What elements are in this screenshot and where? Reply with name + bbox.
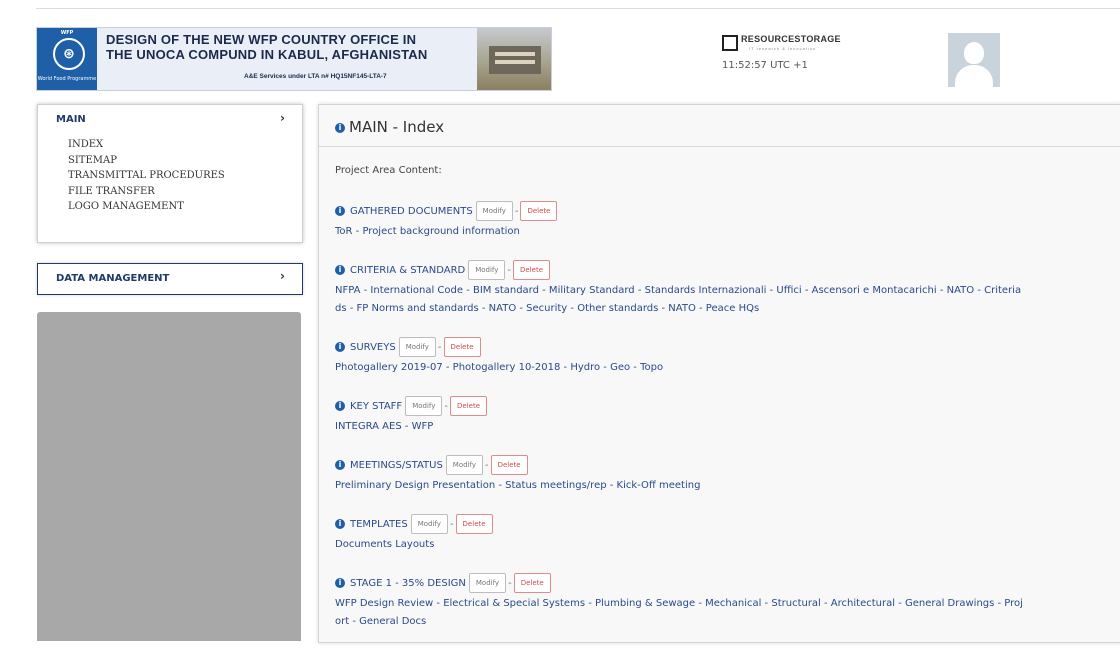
- section-links[interactable]: Documents Layouts: [335, 536, 1120, 554]
- page-title-text: MAIN - Index: [349, 118, 445, 136]
- modify-button[interactable]: Modify: [475, 201, 513, 221]
- section-header: i TEMPLATES Modify - Delete: [335, 514, 1120, 536]
- section-links[interactable]: Photogallery 2019-07 - Photogallery 10-2…: [335, 359, 1120, 377]
- modify-button[interactable]: Modify: [410, 514, 448, 534]
- intro-text: Project Area Content:: [335, 165, 442, 176]
- section-links[interactable]: INTEGRA AES - WFP: [335, 418, 1120, 436]
- wfp-logo-sub: World Food Programme: [37, 76, 97, 82]
- page-title: i MAIN - Index: [335, 118, 444, 136]
- section-item: i CRITERIA & STANDARD Modify - Delete NFPA - …: [335, 260, 1120, 318]
- button-separator: -: [508, 578, 512, 589]
- section-header: i MEETINGS/STATUS Modify - Delete: [335, 455, 1120, 477]
- modify-button[interactable]: Modify: [398, 337, 436, 357]
- delete-button[interactable]: Delete: [490, 455, 528, 475]
- section-item: i TEMPLATES Modify - Delete Documents Layouts: [335, 514, 1120, 554]
- section-links[interactable]: WFP Design Review - Electrical & Special…: [335, 595, 1120, 631]
- avatar-head-icon: [964, 42, 984, 64]
- section-header: i GATHERED DOCUMENTS Modify - Delete: [335, 201, 1120, 223]
- info-icon: i: [335, 519, 345, 529]
- section-links[interactable]: NFPA - International Code - BIM standard…: [335, 282, 1120, 318]
- clock: 11:52:57 UTC +1: [722, 60, 808, 71]
- section-list: i GATHERED DOCUMENTS Modify - Delete ToR - Pr…: [335, 201, 1120, 650]
- modify-button[interactable]: Modify: [445, 455, 483, 475]
- data-management-label: DATA MANAGEMENT: [56, 273, 170, 284]
- section-header: i CRITERIA & STANDARD Modify - Delete: [335, 260, 1120, 282]
- main-panel: i MAIN - Index Project Area Content: i GAT…: [318, 104, 1120, 643]
- info-icon: i: [335, 265, 345, 275]
- wfp-logo-top: WFP: [60, 30, 74, 36]
- delete-button[interactable]: Delete: [455, 514, 493, 534]
- button-separator: -: [514, 206, 519, 217]
- section-header: i SURVEYS Modify - Delete: [335, 337, 1120, 359]
- section-title[interactable]: CRITERIA & STANDARD: [350, 265, 465, 276]
- info-icon: i: [335, 206, 345, 216]
- sidebar-menu: INDEX SITEMAP TRANSMITTAL PROCEDURES FIL…: [68, 137, 225, 215]
- sidebar-item-file-transfer[interactable]: FILE TRANSFER: [68, 184, 225, 200]
- avatar-body-icon: [955, 65, 993, 87]
- delete-button[interactable]: Delete: [513, 573, 551, 593]
- modify-button[interactable]: Modify: [468, 573, 507, 593]
- info-icon: i: [335, 578, 345, 588]
- button-separator: -: [449, 519, 454, 530]
- sidebar-main-panel: MAIN › INDEX SITEMAP TRANSMITTAL PROCEDU…: [37, 104, 303, 243]
- button-separator: -: [444, 401, 448, 412]
- project-banner: WFP ⊛ World Food Programme DESIGN OF THE…: [36, 27, 552, 91]
- section-title[interactable]: STAGE 1 - 35% DESIGN: [350, 578, 466, 589]
- sidebar-grey-panel: [37, 312, 301, 641]
- button-separator: -: [437, 342, 442, 353]
- section-item: i GATHERED DOCUMENTS Modify - Delete ToR - Pr…: [335, 201, 1120, 241]
- section-title[interactable]: TEMPLATES: [350, 519, 408, 530]
- section-item: i MEETINGS/STATUS Modify - Delete Preliminary…: [335, 455, 1120, 495]
- section-links[interactable]: ToR - Project background information: [335, 223, 1120, 241]
- delete-button[interactable]: Delete: [520, 201, 558, 221]
- section-item: i STAGE 1 - 35% DESIGN Modify - Delete WFP De…: [335, 573, 1120, 631]
- button-separator: -: [485, 460, 489, 471]
- chevron-right-icon[interactable]: ›: [280, 111, 285, 125]
- main-header: i MAIN - Index: [319, 105, 1120, 147]
- section-title[interactable]: KEY STAFF: [350, 401, 402, 412]
- section-title[interactable]: GATHERED DOCUMENTS: [350, 206, 473, 217]
- brand-tagline: IT research & innovation: [749, 46, 817, 51]
- brand-name: RESOURCESTORAGE: [741, 34, 841, 44]
- button-separator: -: [507, 265, 512, 276]
- modify-button[interactable]: Modify: [405, 396, 443, 416]
- delete-button[interactable]: Delete: [450, 396, 487, 416]
- section-item: i SURVEYS Modify - Delete Photogallery 2019-0…: [335, 337, 1120, 377]
- banner-subtitle: A&E Services under LTA n# HQ15NF145-LTA-…: [244, 73, 387, 80]
- chevron-right-icon: ›: [280, 269, 285, 283]
- top-divider: [36, 8, 1120, 9]
- modify-button[interactable]: Modify: [468, 260, 506, 280]
- section-header: i STAGE 1 - 35% DESIGN Modify - Delete: [335, 573, 1120, 595]
- wfp-emblem-icon: ⊛: [53, 38, 85, 70]
- sidebar-item-sitemap[interactable]: SITEMAP: [68, 153, 225, 169]
- building-photo-detail: [489, 46, 541, 74]
- sidebar-item-logo-management[interactable]: LOGO MANAGEMENT: [68, 199, 225, 215]
- info-icon: i: [335, 460, 345, 470]
- section-title[interactable]: MEETINGS/STATUS: [350, 460, 443, 471]
- section-title[interactable]: SURVEYS: [350, 342, 396, 353]
- info-icon: i: [335, 401, 345, 411]
- info-icon: i: [335, 342, 345, 352]
- section-links[interactable]: Preliminary Design Presentation - Status…: [335, 477, 1120, 495]
- resourcestorage-logo-icon: [722, 35, 738, 51]
- banner-title-line1: DESIGN OF THE NEW WFP COUNTRY OFFICE IN: [106, 32, 417, 47]
- banner-title-line2: THE UNOCA COMPUND IN KABUL, AFGHANISTAN: [106, 47, 428, 62]
- sidebar-item-index[interactable]: INDEX: [68, 137, 225, 153]
- delete-button[interactable]: Delete: [513, 260, 551, 280]
- section-header: i KEY STAFF Modify - Delete: [335, 396, 1120, 418]
- sidebar-data-management[interactable]: DATA MANAGEMENT ›: [37, 263, 303, 295]
- user-avatar[interactable]: [948, 33, 1000, 87]
- info-icon: i: [335, 123, 345, 133]
- sidebar-main-header[interactable]: MAIN: [56, 114, 86, 125]
- section-item: i KEY STAFF Modify - Delete INTEGRA AES - WFP: [335, 396, 1120, 436]
- delete-button[interactable]: Delete: [443, 337, 481, 357]
- sidebar-item-transmittal-procedures[interactable]: TRANSMITTAL PROCEDURES: [68, 168, 225, 184]
